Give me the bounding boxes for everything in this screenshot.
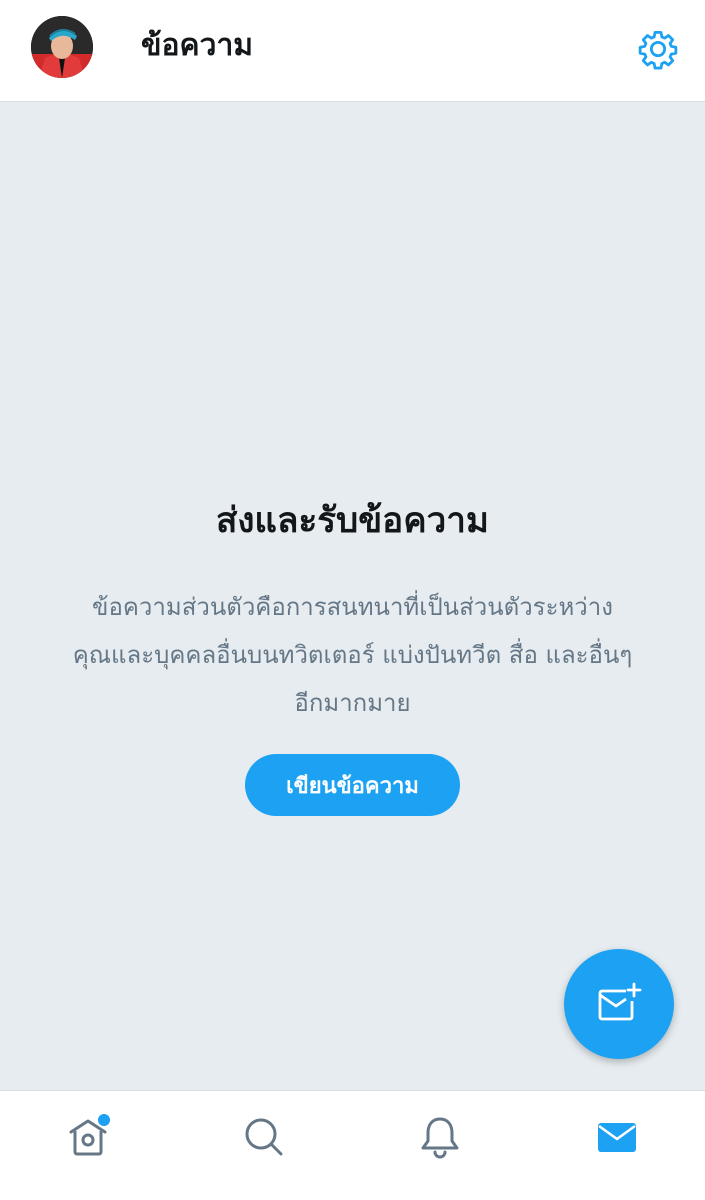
search-icon xyxy=(245,1118,283,1156)
nav-search[interactable] xyxy=(234,1107,294,1167)
envelope-icon xyxy=(598,1123,636,1152)
bell-icon xyxy=(421,1117,459,1159)
avatar-image xyxy=(31,16,93,78)
description-line: คุณและบุคคลอื่นบนทวิตเตอร์ แบ่งปันทวีต ส… xyxy=(72,641,633,669)
description-line: อีกมากมาย xyxy=(294,689,411,717)
nav-notifications[interactable] xyxy=(410,1107,470,1167)
empty-state-title: ส่งและรับข้อความ xyxy=(215,501,489,541)
new-message-icon xyxy=(598,982,642,1021)
write-message-button[interactable]: เขียนข้อความ xyxy=(245,754,460,816)
description-line: ข้อความส่วนตัวคือการสนทนาที่เป็นส่วนตัวร… xyxy=(92,593,613,621)
new-message-fab[interactable] xyxy=(564,949,674,1059)
top-app-bar: ข้อความ xyxy=(0,0,705,102)
settings-button[interactable] xyxy=(634,25,682,73)
profile-avatar[interactable] xyxy=(31,16,93,78)
home-notification-dot xyxy=(98,1114,110,1126)
page-title: ข้อความ xyxy=(141,28,254,63)
gear-icon xyxy=(638,30,678,70)
bottom-navigation xyxy=(0,1090,705,1200)
empty-state-description: ข้อความส่วนตัวคือการสนทนาที่เป็นส่วนตัวร… xyxy=(40,583,665,727)
nav-messages[interactable] xyxy=(587,1107,647,1167)
